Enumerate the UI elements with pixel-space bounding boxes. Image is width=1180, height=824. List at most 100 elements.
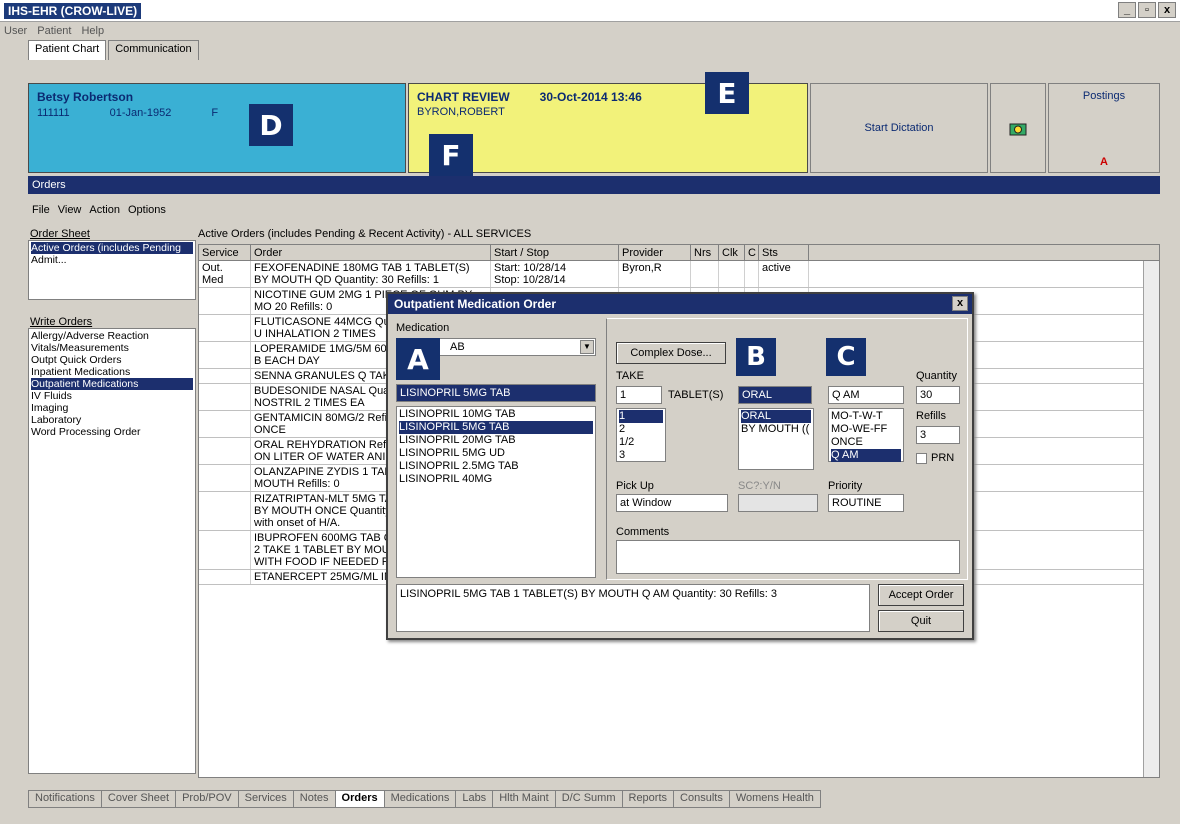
write-order-item[interactable]: Allergy/Adverse Reaction — [31, 330, 193, 342]
frequency-input[interactable]: Q AM — [828, 386, 904, 404]
tab-prob-pov[interactable]: Prob/POV — [175, 790, 239, 808]
grid-scrollbar[interactable] — [1143, 261, 1159, 777]
tab-medications[interactable]: Medications — [383, 790, 457, 808]
take-input[interactable]: 1 — [616, 386, 662, 404]
write-order-item[interactable]: Imaging — [31, 402, 193, 414]
checkbox-icon[interactable] — [916, 452, 927, 464]
col-provider[interactable]: Provider — [619, 245, 691, 260]
route-option[interactable]: ORAL — [741, 410, 811, 423]
menu-patient[interactable]: Patient — [37, 25, 71, 37]
patient-banner[interactable]: Betsy Robertson 111111 01-Jan-1952 F D — [28, 83, 406, 173]
order-sheet-list[interactable]: Active Orders (includes Pending Admit... — [28, 240, 196, 300]
take-unit[interactable]: TABLET(S) — [668, 389, 723, 401]
menu-help[interactable]: Help — [81, 25, 104, 37]
start-dictation-button[interactable]: Start Dictation — [810, 83, 988, 173]
orders-menu-view[interactable]: View — [58, 204, 82, 216]
tab-notes[interactable]: Notes — [292, 790, 336, 808]
col-clk[interactable]: Clk — [719, 245, 745, 260]
complex-dose-button[interactable]: Complex Dose... — [616, 342, 726, 364]
maximize-button[interactable]: ▫ — [1138, 2, 1156, 18]
sc-select[interactable] — [738, 494, 818, 512]
tab-communication[interactable]: Communication — [108, 40, 199, 60]
title-bar: IHS-EHR (CROW-LIVE) _ ▫ x — [0, 0, 1180, 22]
write-order-item[interactable]: Inpatient Medications — [31, 366, 193, 378]
cell-clk — [719, 261, 745, 287]
medication-option[interactable]: LISINOPRIL 2.5MG TAB — [399, 460, 593, 473]
col-order[interactable]: Order — [251, 245, 491, 260]
refills-stepper[interactable]: 3 — [916, 426, 960, 444]
tab-services[interactable]: Services — [237, 790, 294, 808]
minimize-button[interactable]: _ — [1118, 2, 1136, 18]
tab-reports[interactable]: Reports — [621, 790, 675, 808]
pickup-select[interactable]: at Window — [616, 494, 728, 512]
prn-label: PRN — [931, 452, 955, 464]
prn-checkbox[interactable]: PRN — [916, 452, 954, 464]
chevron-down-icon[interactable]: ▼ — [580, 340, 594, 354]
take-option[interactable]: 1/2 — [619, 436, 663, 449]
write-order-item[interactable]: Laboratory — [31, 414, 193, 426]
comments-field[interactable] — [616, 540, 960, 574]
tab-notifications[interactable]: Notifications — [28, 790, 102, 808]
route-options[interactable]: ORAL BY MOUTH (( — [738, 408, 814, 470]
tab-cover-sheet[interactable]: Cover Sheet — [100, 790, 177, 808]
postings-button[interactable]: Postings A — [1048, 83, 1160, 173]
col-service[interactable]: Service — [199, 245, 251, 260]
callout-badge-e: E — [705, 72, 749, 114]
dialog-close-button[interactable]: x — [952, 296, 968, 311]
orders-menu-action[interactable]: Action — [89, 204, 120, 216]
callout-badge-b: B — [736, 338, 776, 376]
orders-menu-options[interactable]: Options — [128, 204, 166, 216]
selected-medication[interactable]: LISINOPRIL 5MG TAB — [396, 384, 596, 402]
col-c[interactable]: C — [745, 245, 759, 260]
write-order-item[interactable]: Outpatient Medications — [31, 378, 193, 390]
quantity-input[interactable]: 30 — [916, 386, 960, 404]
medication-option[interactable]: LISINOPRIL 5MG UD — [399, 447, 593, 460]
tab-patient-chart[interactable]: Patient Chart — [28, 40, 107, 60]
table-row[interactable]: Out. Med FEXOFENADINE 180MG TAB 1 TABLET(… — [199, 261, 1159, 288]
tab-consults[interactable]: Consults — [673, 790, 730, 808]
medication-list[interactable]: LISINOPRIL 10MG TAB LISINOPRIL 5MG TAB L… — [396, 406, 596, 578]
frequency-option[interactable]: MO-WE-FF — [831, 423, 901, 436]
take-option[interactable]: 2 — [619, 423, 663, 436]
chart-review-panel[interactable]: CHART REVIEW 30-Oct-2014 13:46 BYRON,ROB… — [408, 72, 808, 176]
accept-order-button[interactable]: Accept Order — [878, 584, 964, 606]
medication-option[interactable]: LISINOPRIL 40MG — [399, 473, 593, 486]
tab-labs[interactable]: Labs — [455, 790, 494, 808]
quit-button[interactable]: Quit — [878, 610, 964, 632]
cell-service — [199, 369, 251, 383]
sc-label: SC?:Y/N — [738, 480, 781, 492]
tab-dc-summ[interactable]: D/C Summ — [554, 790, 623, 808]
tab-womens-health[interactable]: Womens Health — [728, 790, 821, 808]
col-start-stop[interactable]: Start / Stop — [491, 245, 619, 260]
write-order-item[interactable]: Outpt Quick Orders — [31, 354, 193, 366]
frequency-option[interactable]: ONCE — [831, 436, 901, 449]
frequency-options[interactable]: MO-T-W-T MO-WE-FF ONCE Q AM — [828, 408, 904, 462]
menu-user[interactable]: User — [4, 25, 27, 37]
medication-option[interactable]: LISINOPRIL 5MG TAB — [399, 421, 593, 434]
tab-orders[interactable]: Orders — [334, 790, 385, 808]
write-orders-list[interactable]: Allergy/Adverse Reaction Vitals/Measurem… — [28, 328, 196, 774]
take-options[interactable]: 1 2 1/2 3 — [616, 408, 666, 462]
col-sts[interactable]: Sts — [759, 245, 809, 260]
priority-select[interactable]: ROUTINE — [828, 494, 904, 512]
order-sheet-item[interactable]: Active Orders (includes Pending — [31, 242, 193, 254]
route-option[interactable]: BY MOUTH (( — [741, 423, 811, 436]
dialog-title: Outpatient Medication Order — [394, 297, 557, 311]
medication-option[interactable]: LISINOPRIL 20MG TAB — [399, 434, 593, 447]
take-option[interactable]: 1 — [619, 410, 663, 423]
close-button[interactable]: x — [1158, 2, 1176, 18]
take-option[interactable]: 3 — [619, 449, 663, 462]
camera-icon[interactable] — [990, 83, 1046, 173]
route-input[interactable]: ORAL — [738, 386, 812, 404]
tab-hlth-maint[interactable]: Hlth Maint — [492, 790, 556, 808]
col-nrs[interactable]: Nrs — [691, 245, 719, 260]
write-order-item[interactable]: Word Processing Order — [31, 426, 193, 438]
write-order-item[interactable]: IV Fluids — [31, 390, 193, 402]
write-order-item[interactable]: Vitals/Measurements — [31, 342, 193, 354]
orders-bar: Orders — [28, 176, 1160, 194]
order-sheet-item[interactable]: Admit... — [31, 254, 193, 266]
frequency-option[interactable]: Q AM — [831, 449, 901, 462]
medication-option[interactable]: LISINOPRIL 10MG TAB — [399, 408, 593, 421]
orders-menu-file[interactable]: File — [32, 204, 50, 216]
frequency-option[interactable]: MO-T-W-T — [831, 410, 901, 423]
